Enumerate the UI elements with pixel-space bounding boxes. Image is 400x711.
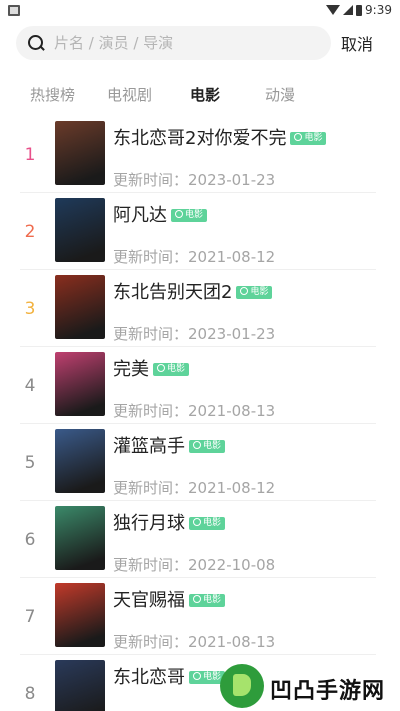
update-date: 2023-01-23: [188, 171, 276, 189]
search-box[interactable]: [16, 26, 331, 60]
status-icons: 9:39: [326, 3, 392, 17]
battery-icon: [356, 4, 363, 16]
update-date: 2021-08-12: [188, 248, 276, 266]
status-time: 9:39: [365, 3, 392, 17]
poster-image[interactable]: [55, 121, 105, 185]
poster-image[interactable]: [55, 660, 105, 711]
rank-number: 3: [24, 299, 36, 319]
rank-number: 7: [24, 607, 36, 627]
update-label: 更新时间：: [113, 171, 189, 189]
movie-title: 完美: [113, 359, 149, 380]
movie-tag-badge: 电影: [189, 440, 226, 453]
list-item[interactable]: 7 天官赐福 电影 更新时间：2021-08-13: [0, 578, 400, 655]
movie-title: 东北恋哥: [113, 667, 185, 688]
update-date: 2023-01-23: [188, 325, 276, 343]
update-date: 2021-08-12: [188, 479, 276, 497]
search-icon[interactable]: [26, 33, 46, 53]
rank-number: 2: [24, 222, 36, 242]
movie-tag-badge: 电影: [171, 209, 208, 222]
list-item[interactable]: 4 完美 电影 更新时间：2021-08-13: [0, 347, 400, 424]
rank-number: 8: [24, 684, 36, 704]
search-input[interactable]: [54, 34, 304, 52]
tab-tv-series[interactable]: 电视剧: [107, 84, 152, 105]
movie-title: 独行月球: [113, 513, 185, 534]
update-date: 2022-10-08: [188, 556, 276, 574]
watermark-text: 凹凸手游网: [270, 679, 386, 704]
movie-title: 东北告别天团2: [113, 282, 233, 303]
update-date: 2021-08-13: [188, 402, 276, 420]
movie-title: 天官赐福: [113, 590, 185, 611]
rank-number: 1: [24, 145, 36, 165]
poster-image[interactable]: [55, 275, 105, 339]
list-item[interactable]: 3 东北告别天团2 电影 更新时间：2023-01-23: [0, 270, 400, 347]
update-label: 更新时间：: [113, 402, 189, 420]
movie-tag-badge: 电影: [290, 132, 327, 145]
movie-title: 灌篮高手: [113, 436, 185, 457]
update-date: 2021-08-13: [188, 633, 276, 651]
list-item[interactable]: 2 阿凡达 电影 更新时间：2021-08-12: [0, 193, 400, 270]
rank-number: 4: [24, 376, 36, 396]
list-item[interactable]: 1 东北恋哥2对你爱不完 电影 更新时间：2023-01-23: [0, 116, 400, 193]
update-label: 更新时间：: [113, 633, 189, 651]
image-icon: [8, 5, 20, 16]
movie-title: 阿凡达: [113, 205, 167, 226]
search-row: 取消: [16, 26, 386, 60]
update-label: 更新时间：: [113, 479, 189, 497]
status-bar: 9:39: [0, 0, 400, 22]
tab-movies[interactable]: 电影: [190, 84, 220, 105]
rank-number: 6: [24, 530, 36, 550]
watermark-logo-icon: [220, 664, 264, 708]
tab-anime[interactable]: 动漫: [265, 84, 295, 105]
movie-tag-badge: 电影: [153, 363, 190, 376]
site-watermark: 凹凸手游网: [220, 664, 395, 708]
rank-number: 5: [24, 453, 36, 473]
update-label: 更新时间：: [113, 556, 189, 574]
update-label: 更新时间：: [113, 248, 189, 266]
update-label: 更新时间：: [113, 325, 189, 343]
signal-icon: [343, 5, 354, 15]
category-tabs: 热搜榜 电视剧 电影 动漫: [0, 84, 400, 108]
wifi-icon: [326, 5, 341, 15]
tab-hot-search[interactable]: 热搜榜: [30, 84, 75, 105]
cancel-button[interactable]: 取消: [341, 31, 373, 55]
list-item[interactable]: 6 独行月球 电影 更新时间：2022-10-08: [0, 501, 400, 578]
poster-image[interactable]: [55, 506, 105, 570]
movie-tag-badge: 电影: [189, 517, 226, 530]
movie-tag-badge: 电影: [236, 286, 273, 299]
poster-image[interactable]: [55, 429, 105, 493]
poster-image[interactable]: [55, 583, 105, 647]
poster-image[interactable]: [55, 352, 105, 416]
movie-title: 东北恋哥2对你爱不完: [113, 128, 287, 149]
movie-tag-badge: 电影: [189, 594, 226, 607]
list-item[interactable]: 5 灌篮高手 电影 更新时间：2021-08-12: [0, 424, 400, 501]
poster-image[interactable]: [55, 198, 105, 262]
